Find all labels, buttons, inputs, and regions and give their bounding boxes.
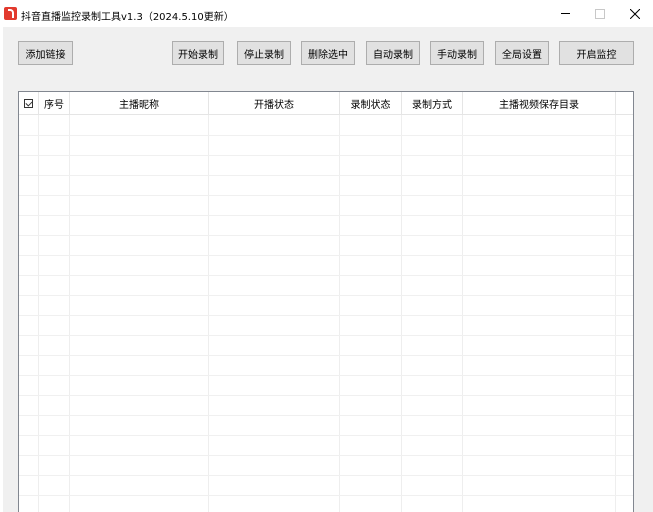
grid-row-line: [19, 215, 633, 216]
column-header-record-status[interactable]: 录制状态: [340, 92, 402, 114]
delete-selected-button[interactable]: 删除选中: [301, 41, 355, 65]
maximize-button[interactable]: [582, 0, 618, 27]
table-body: [19, 115, 633, 512]
table-header: 序号 主播昵称 开播状态 录制状态 录制方式 主播视频保存目录: [19, 92, 633, 115]
maximize-icon: [595, 8, 605, 19]
manual-record-button[interactable]: 手动录制: [430, 41, 484, 65]
grid-row-line: [19, 455, 633, 456]
minimize-button[interactable]: [547, 0, 583, 27]
column-header-index[interactable]: 序号: [39, 92, 70, 114]
column-header-save-directory[interactable]: 主播视频保存目录: [463, 92, 616, 114]
grid-row-line: [19, 395, 633, 396]
grid-row-line: [19, 495, 633, 496]
auto-record-button[interactable]: 自动录制: [366, 41, 420, 65]
grid-row-line: [19, 175, 633, 176]
grid-row-line: [19, 235, 633, 236]
window-edge: [0, 27, 3, 512]
grid-row-line: [19, 335, 633, 336]
title-bar[interactable]: 抖音直播监控录制工具v1.3（2024.5.10更新）: [0, 0, 653, 27]
stream-list-table[interactable]: 序号 主播昵称 开播状态 录制状态 录制方式 主播视频保存目录: [18, 91, 634, 512]
douyin-logo-icon: [4, 7, 17, 20]
main-window: 抖音直播监控录制工具v1.3（2024.5.10更新） 添加链接 开始录制 停止…: [0, 0, 653, 512]
column-header-live-status[interactable]: 开播状态: [209, 92, 340, 114]
grid-row-line: [19, 195, 633, 196]
grid-row-line: [19, 275, 633, 276]
grid-row-line: [19, 295, 633, 296]
grid-row-line: [19, 255, 633, 256]
stop-record-button[interactable]: 停止录制: [237, 41, 291, 65]
close-icon: [630, 8, 640, 19]
start-record-button[interactable]: 开始录制: [172, 41, 224, 65]
grid-row-line: [19, 135, 633, 136]
start-monitor-button[interactable]: 开启监控: [559, 41, 634, 65]
global-settings-button[interactable]: 全局设置: [495, 41, 549, 65]
grid-row-line: [19, 155, 633, 156]
grid-row-line: [19, 315, 633, 316]
minimize-icon: [560, 13, 570, 14]
select-all-checkbox-cell[interactable]: [19, 92, 39, 114]
grid-row-line: [19, 355, 633, 356]
column-header-nickname[interactable]: 主播昵称: [70, 92, 209, 114]
select-all-checkbox[interactable]: [24, 98, 33, 108]
close-button[interactable]: [617, 0, 653, 27]
grid-row-line: [19, 415, 633, 416]
column-header-filler: [616, 92, 633, 114]
grid-row-line: [19, 375, 633, 376]
grid-row-line: [19, 435, 633, 436]
window-title: 抖音直播监控录制工具v1.3（2024.5.10更新）: [21, 12, 234, 23]
column-header-record-mode[interactable]: 录制方式: [402, 92, 463, 114]
grid-row-line: [19, 475, 633, 476]
add-link-button[interactable]: 添加链接: [18, 41, 73, 65]
